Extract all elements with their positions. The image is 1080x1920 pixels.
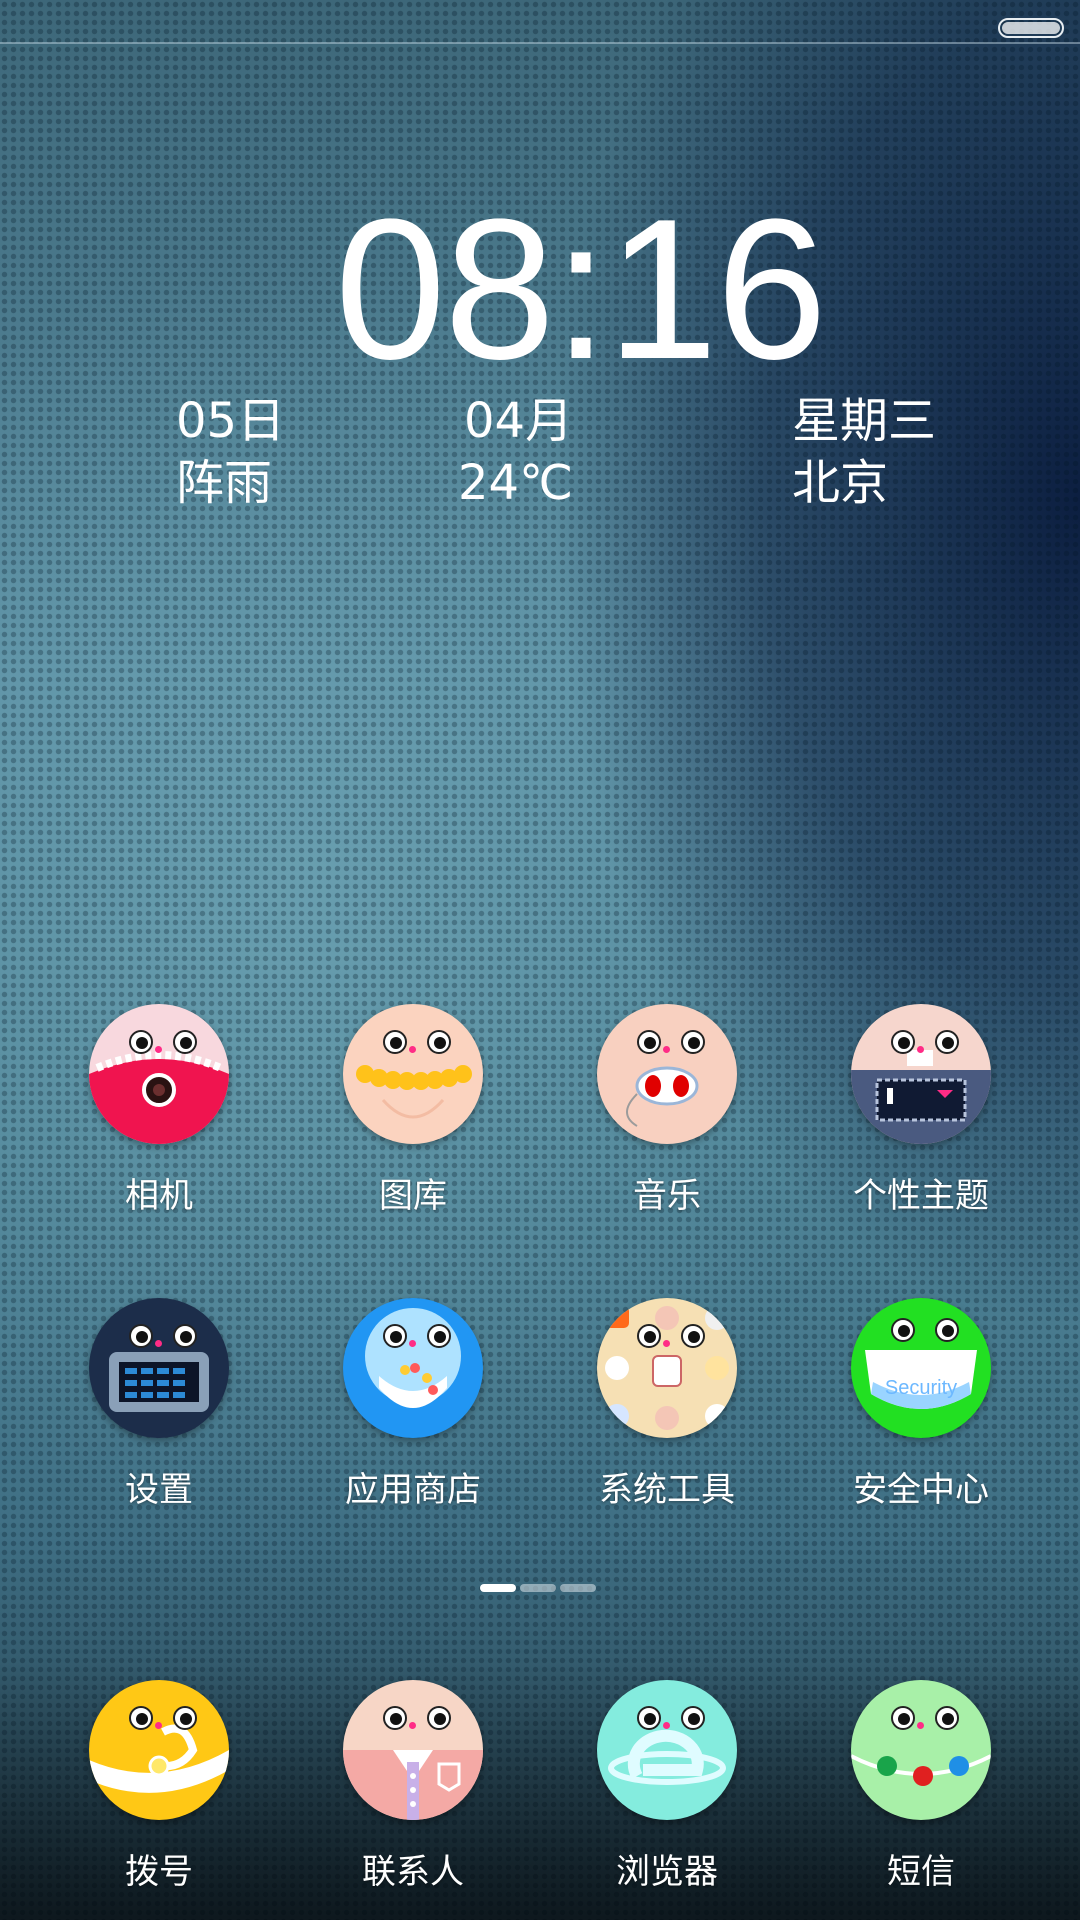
app-label: 相机 <box>125 1176 193 1216</box>
contacts-face <box>343 1750 483 1820</box>
app-gallery[interactable]: 图库 <box>303 1004 523 1218</box>
app-label: 联系人 <box>362 1852 464 1892</box>
gallery-face <box>356 1065 472 1119</box>
gallery-icon[interactable] <box>343 1004 483 1144</box>
app-system-tools[interactable]: 系统工具 <box>557 1298 777 1512</box>
date-day: 05日 <box>176 393 286 449</box>
weather-condition[interactable]: 阵雨 <box>176 454 272 512</box>
app-label: 图库 <box>379 1176 447 1216</box>
date-month: 04月 <box>464 393 574 449</box>
app-label: 应用商店 <box>345 1470 481 1510</box>
camera-face <box>89 1051 229 1144</box>
theme-face <box>851 1050 991 1144</box>
security-text: Security <box>885 1377 957 1399</box>
page-indicator[interactable] <box>480 1584 596 1592</box>
app-label: 短信 <box>887 1852 955 1892</box>
system-tools-face <box>605 1306 729 1430</box>
home-screen: 08:16 05日 04月 星期三 阵雨 24℃ 北京 相机 图库 音乐 个性主… <box>0 0 1080 1920</box>
page-dot-1[interactable] <box>480 1584 516 1592</box>
app-label: 音乐 <box>633 1176 701 1216</box>
camera-icon[interactable] <box>89 1004 229 1144</box>
music-icon[interactable] <box>597 1004 737 1144</box>
app-label: 系统工具 <box>599 1470 735 1510</box>
weather-temperature[interactable]: 24℃ <box>458 454 573 512</box>
app-store[interactable]: 应用商店 <box>303 1298 523 1512</box>
dock-messages[interactable]: 短信 <box>811 1680 1031 1894</box>
app-label: 安全中心 <box>853 1470 989 1510</box>
browser-icon[interactable] <box>597 1680 737 1820</box>
app-label: 个性主题 <box>853 1176 989 1216</box>
contacts-icon[interactable] <box>343 1680 483 1820</box>
messages-face <box>851 1754 991 1786</box>
messages-icon[interactable] <box>851 1680 991 1820</box>
theme-icon[interactable] <box>851 1004 991 1144</box>
app-theme[interactable]: 个性主题 <box>811 1004 1031 1218</box>
date-weekday: 星期三 <box>792 393 937 449</box>
clock-time[interactable]: 08:16 <box>0 190 1080 390</box>
app-music[interactable]: 音乐 <box>557 1004 777 1218</box>
system-tools-icon[interactable] <box>597 1298 737 1438</box>
battery-icon <box>998 18 1064 38</box>
page-dot-2[interactable] <box>520 1584 556 1592</box>
app-label: 拨号 <box>125 1852 193 1892</box>
phone-face <box>89 1724 229 1793</box>
app-label: 设置 <box>125 1470 193 1510</box>
browser-face <box>608 1729 726 1785</box>
weather-city[interactable]: 北京 <box>792 454 888 512</box>
app-security[interactable]: Security 安全中心 <box>811 1298 1031 1512</box>
settings-icon[interactable] <box>89 1298 229 1438</box>
music-face <box>626 1066 699 1127</box>
settings-face <box>109 1352 209 1412</box>
dock-browser[interactable]: 浏览器 <box>557 1680 777 1894</box>
app-label: 浏览器 <box>616 1852 718 1892</box>
dock-contacts[interactable]: 联系人 <box>303 1680 523 1894</box>
app-camera[interactable]: 相机 <box>49 1004 269 1218</box>
security-face: Security <box>865 1350 977 1409</box>
security-icon[interactable]: Security <box>851 1298 991 1438</box>
app-store-face <box>365 1308 461 1408</box>
status-bar <box>0 0 1080 44</box>
app-store-icon[interactable] <box>343 1298 483 1438</box>
phone-icon[interactable] <box>89 1680 229 1820</box>
dock-phone[interactable]: 拨号 <box>49 1680 269 1894</box>
app-settings[interactable]: 设置 <box>49 1298 269 1512</box>
page-dot-3[interactable] <box>560 1584 596 1592</box>
